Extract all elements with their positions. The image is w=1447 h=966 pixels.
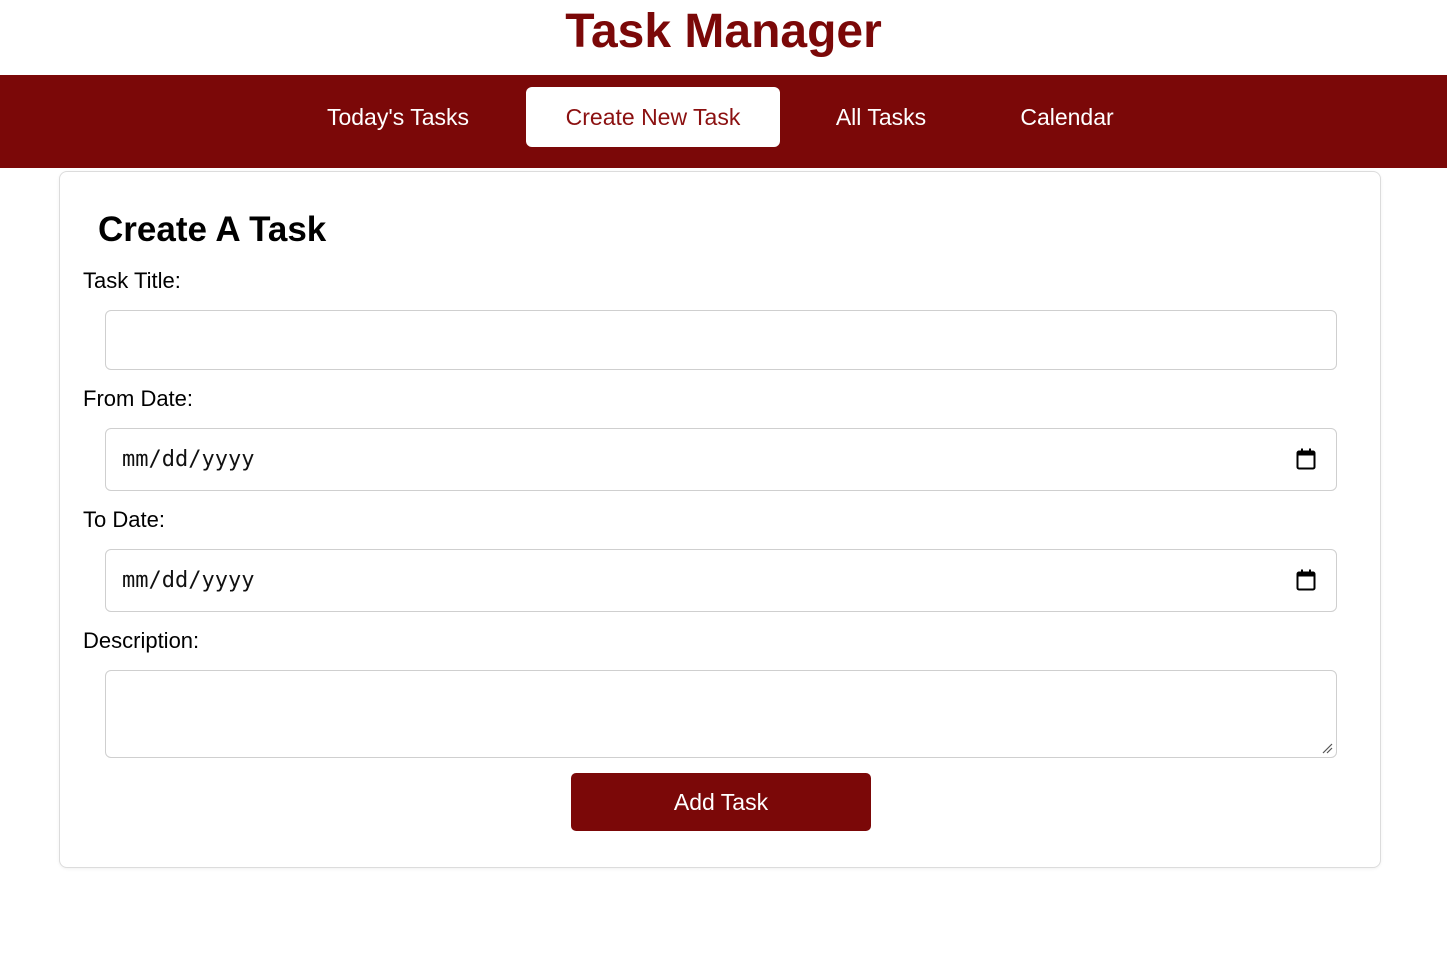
create-task-card: Create A Task Task Title: From Date: mm/… bbox=[59, 171, 1381, 868]
main-navbar: Today's Tasks Create New Task All Tasks … bbox=[0, 75, 1447, 168]
from-date-placeholder: mm/dd/yyyy bbox=[122, 447, 255, 472]
description-textarea[interactable] bbox=[105, 670, 1337, 758]
form-heading: Create A Task bbox=[98, 210, 327, 249]
to-date-placeholder: mm/dd/yyyy bbox=[122, 568, 255, 593]
add-task-button[interactable]: Add Task bbox=[571, 773, 871, 831]
calendar-icon[interactable] bbox=[1296, 448, 1316, 470]
from-date-label: From Date: bbox=[83, 386, 194, 411]
from-date-input[interactable]: mm/dd/yyyy bbox=[105, 428, 1337, 491]
description-label: Description: bbox=[83, 628, 200, 653]
app-title: Task Manager bbox=[565, 5, 882, 58]
calendar-icon[interactable] bbox=[1296, 569, 1316, 591]
to-date-label: To Date: bbox=[83, 507, 165, 532]
nav-create-new-task[interactable]: Create New Task bbox=[526, 87, 780, 147]
task-title-input[interactable] bbox=[105, 310, 1337, 370]
nav-todays-tasks[interactable]: Today's Tasks bbox=[300, 87, 496, 147]
task-title-label: Task Title: bbox=[83, 268, 181, 293]
nav-calendar[interactable]: Calendar bbox=[990, 87, 1144, 147]
nav-all-tasks[interactable]: All Tasks bbox=[808, 87, 954, 147]
to-date-input[interactable]: mm/dd/yyyy bbox=[105, 549, 1337, 612]
resize-handle-icon[interactable] bbox=[1321, 742, 1333, 754]
